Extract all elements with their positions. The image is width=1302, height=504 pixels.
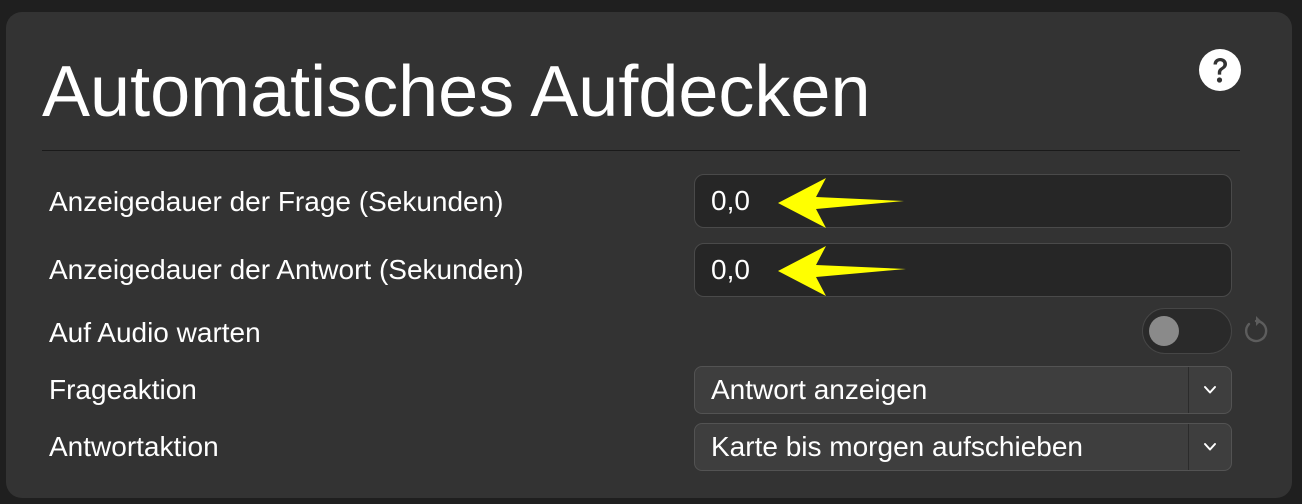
title-divider <box>42 150 1240 151</box>
answer-action-value: Karte bis morgen aufschieben <box>711 431 1083 462</box>
select-divider <box>1188 424 1189 470</box>
wait-for-audio-label: Auf Audio warten <box>49 317 261 348</box>
toggle-knob <box>1149 316 1179 346</box>
revert-icon[interactable] <box>1240 315 1272 347</box>
wait-for-audio-toggle[interactable] <box>1142 308 1232 354</box>
yellow-arrow-annotation <box>778 246 906 296</box>
chevron-down-icon <box>1204 443 1216 451</box>
answer-duration-value: 0,0 <box>711 254 750 285</box>
yellow-arrow-annotation <box>778 178 904 228</box>
question-duration-label: Anzeigedauer der Frage (Sekunden) <box>49 186 504 217</box>
answer-duration-input[interactable]: 0,0 <box>694 243 1232 297</box>
answer-action-select[interactable]: Karte bis morgen aufschieben <box>694 423 1232 471</box>
question-duration-input[interactable]: 0,0 <box>694 174 1232 228</box>
answer-action-label: Antwortaktion <box>49 431 219 462</box>
question-action-select[interactable]: Antwort anzeigen <box>694 366 1232 414</box>
question-action-label: Frageaktion <box>49 374 197 405</box>
answer-duration-label: Anzeigedauer der Antwort (Sekunden) <box>49 254 524 285</box>
select-divider <box>1188 367 1189 413</box>
question-action-value: Antwort anzeigen <box>711 374 928 405</box>
section-title: Automatisches Aufdecken <box>42 52 871 132</box>
chevron-down-icon <box>1204 386 1216 394</box>
auto-advance-panel: Automatisches Aufdecken Anzeigedauer der… <box>6 12 1292 498</box>
question-duration-value: 0,0 <box>711 185 750 216</box>
question-circle-icon[interactable] <box>1198 48 1242 92</box>
